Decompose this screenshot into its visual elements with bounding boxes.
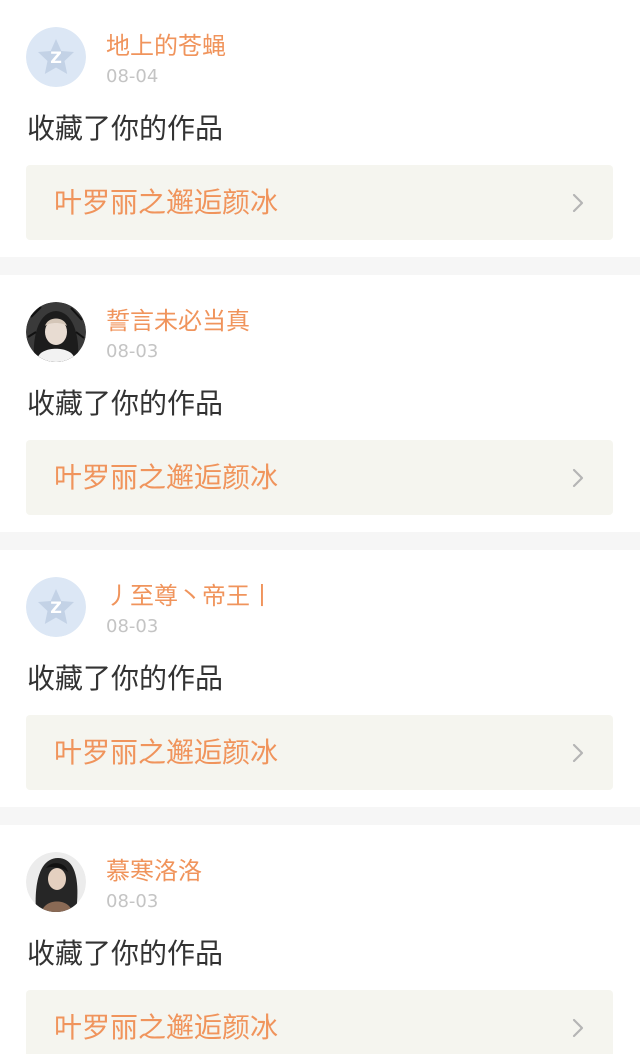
notification-date: 08-03: [106, 891, 159, 912]
notification-card: Z 丿至尊丶帝王丨 08-03 收藏了你的作品 叶罗丽之邂逅颜冰: [0, 550, 640, 807]
action-text: 收藏了你的作品: [27, 387, 224, 420]
action-text: 收藏了你的作品: [27, 937, 224, 970]
chevron-right-icon: [571, 192, 585, 214]
notification-feed: Z 地上的苍蝇 08-04 收藏了你的作品 叶罗丽之邂逅颜冰 誓言未必当真 08…: [0, 0, 640, 1054]
action-text: 收藏了你的作品: [27, 662, 224, 695]
work-link[interactable]: 叶罗丽之邂逅颜冰: [26, 165, 613, 240]
work-link[interactable]: 叶罗丽之邂逅颜冰: [26, 990, 613, 1054]
anime-girl-avatar[interactable]: [26, 302, 86, 362]
qq-default-avatar[interactable]: Z: [26, 27, 86, 87]
anime-girl-icon: [26, 302, 86, 362]
dark-hair-girl-avatar[interactable]: [26, 852, 86, 912]
action-text: 收藏了你的作品: [27, 112, 224, 145]
work-title: 叶罗丽之邂逅颜冰: [54, 1011, 279, 1044]
work-link[interactable]: 叶罗丽之邂逅颜冰: [26, 440, 613, 515]
work-title: 叶罗丽之邂逅颜冰: [54, 736, 279, 769]
work-title: 叶罗丽之邂逅颜冰: [54, 186, 279, 219]
username[interactable]: 慕寒洛洛: [106, 856, 202, 886]
notification-date: 08-04: [106, 66, 159, 87]
notification-date: 08-03: [106, 341, 159, 362]
chevron-right-icon: [571, 742, 585, 764]
svg-text:Z: Z: [50, 48, 62, 67]
notification-date: 08-03: [106, 616, 159, 637]
qq-star-icon: Z: [26, 27, 86, 87]
svg-text:Z: Z: [50, 598, 62, 617]
work-link[interactable]: 叶罗丽之邂逅颜冰: [26, 715, 613, 790]
username[interactable]: 誓言未必当真: [106, 306, 250, 336]
qq-default-avatar[interactable]: Z: [26, 577, 86, 637]
notification-card: 慕寒洛洛 08-03 收藏了你的作品 叶罗丽之邂逅颜冰: [0, 825, 640, 1054]
dark-hair-girl-icon: [26, 852, 86, 912]
notification-card: 誓言未必当真 08-03 收藏了你的作品 叶罗丽之邂逅颜冰: [0, 275, 640, 532]
chevron-right-icon: [571, 467, 585, 489]
qq-star-icon: Z: [26, 577, 86, 637]
chevron-right-icon: [571, 1017, 585, 1039]
notification-card: Z 地上的苍蝇 08-04 收藏了你的作品 叶罗丽之邂逅颜冰: [0, 0, 640, 257]
username[interactable]: 丿至尊丶帝王丨: [106, 581, 274, 611]
work-title: 叶罗丽之邂逅颜冰: [54, 461, 279, 494]
username[interactable]: 地上的苍蝇: [106, 31, 226, 61]
